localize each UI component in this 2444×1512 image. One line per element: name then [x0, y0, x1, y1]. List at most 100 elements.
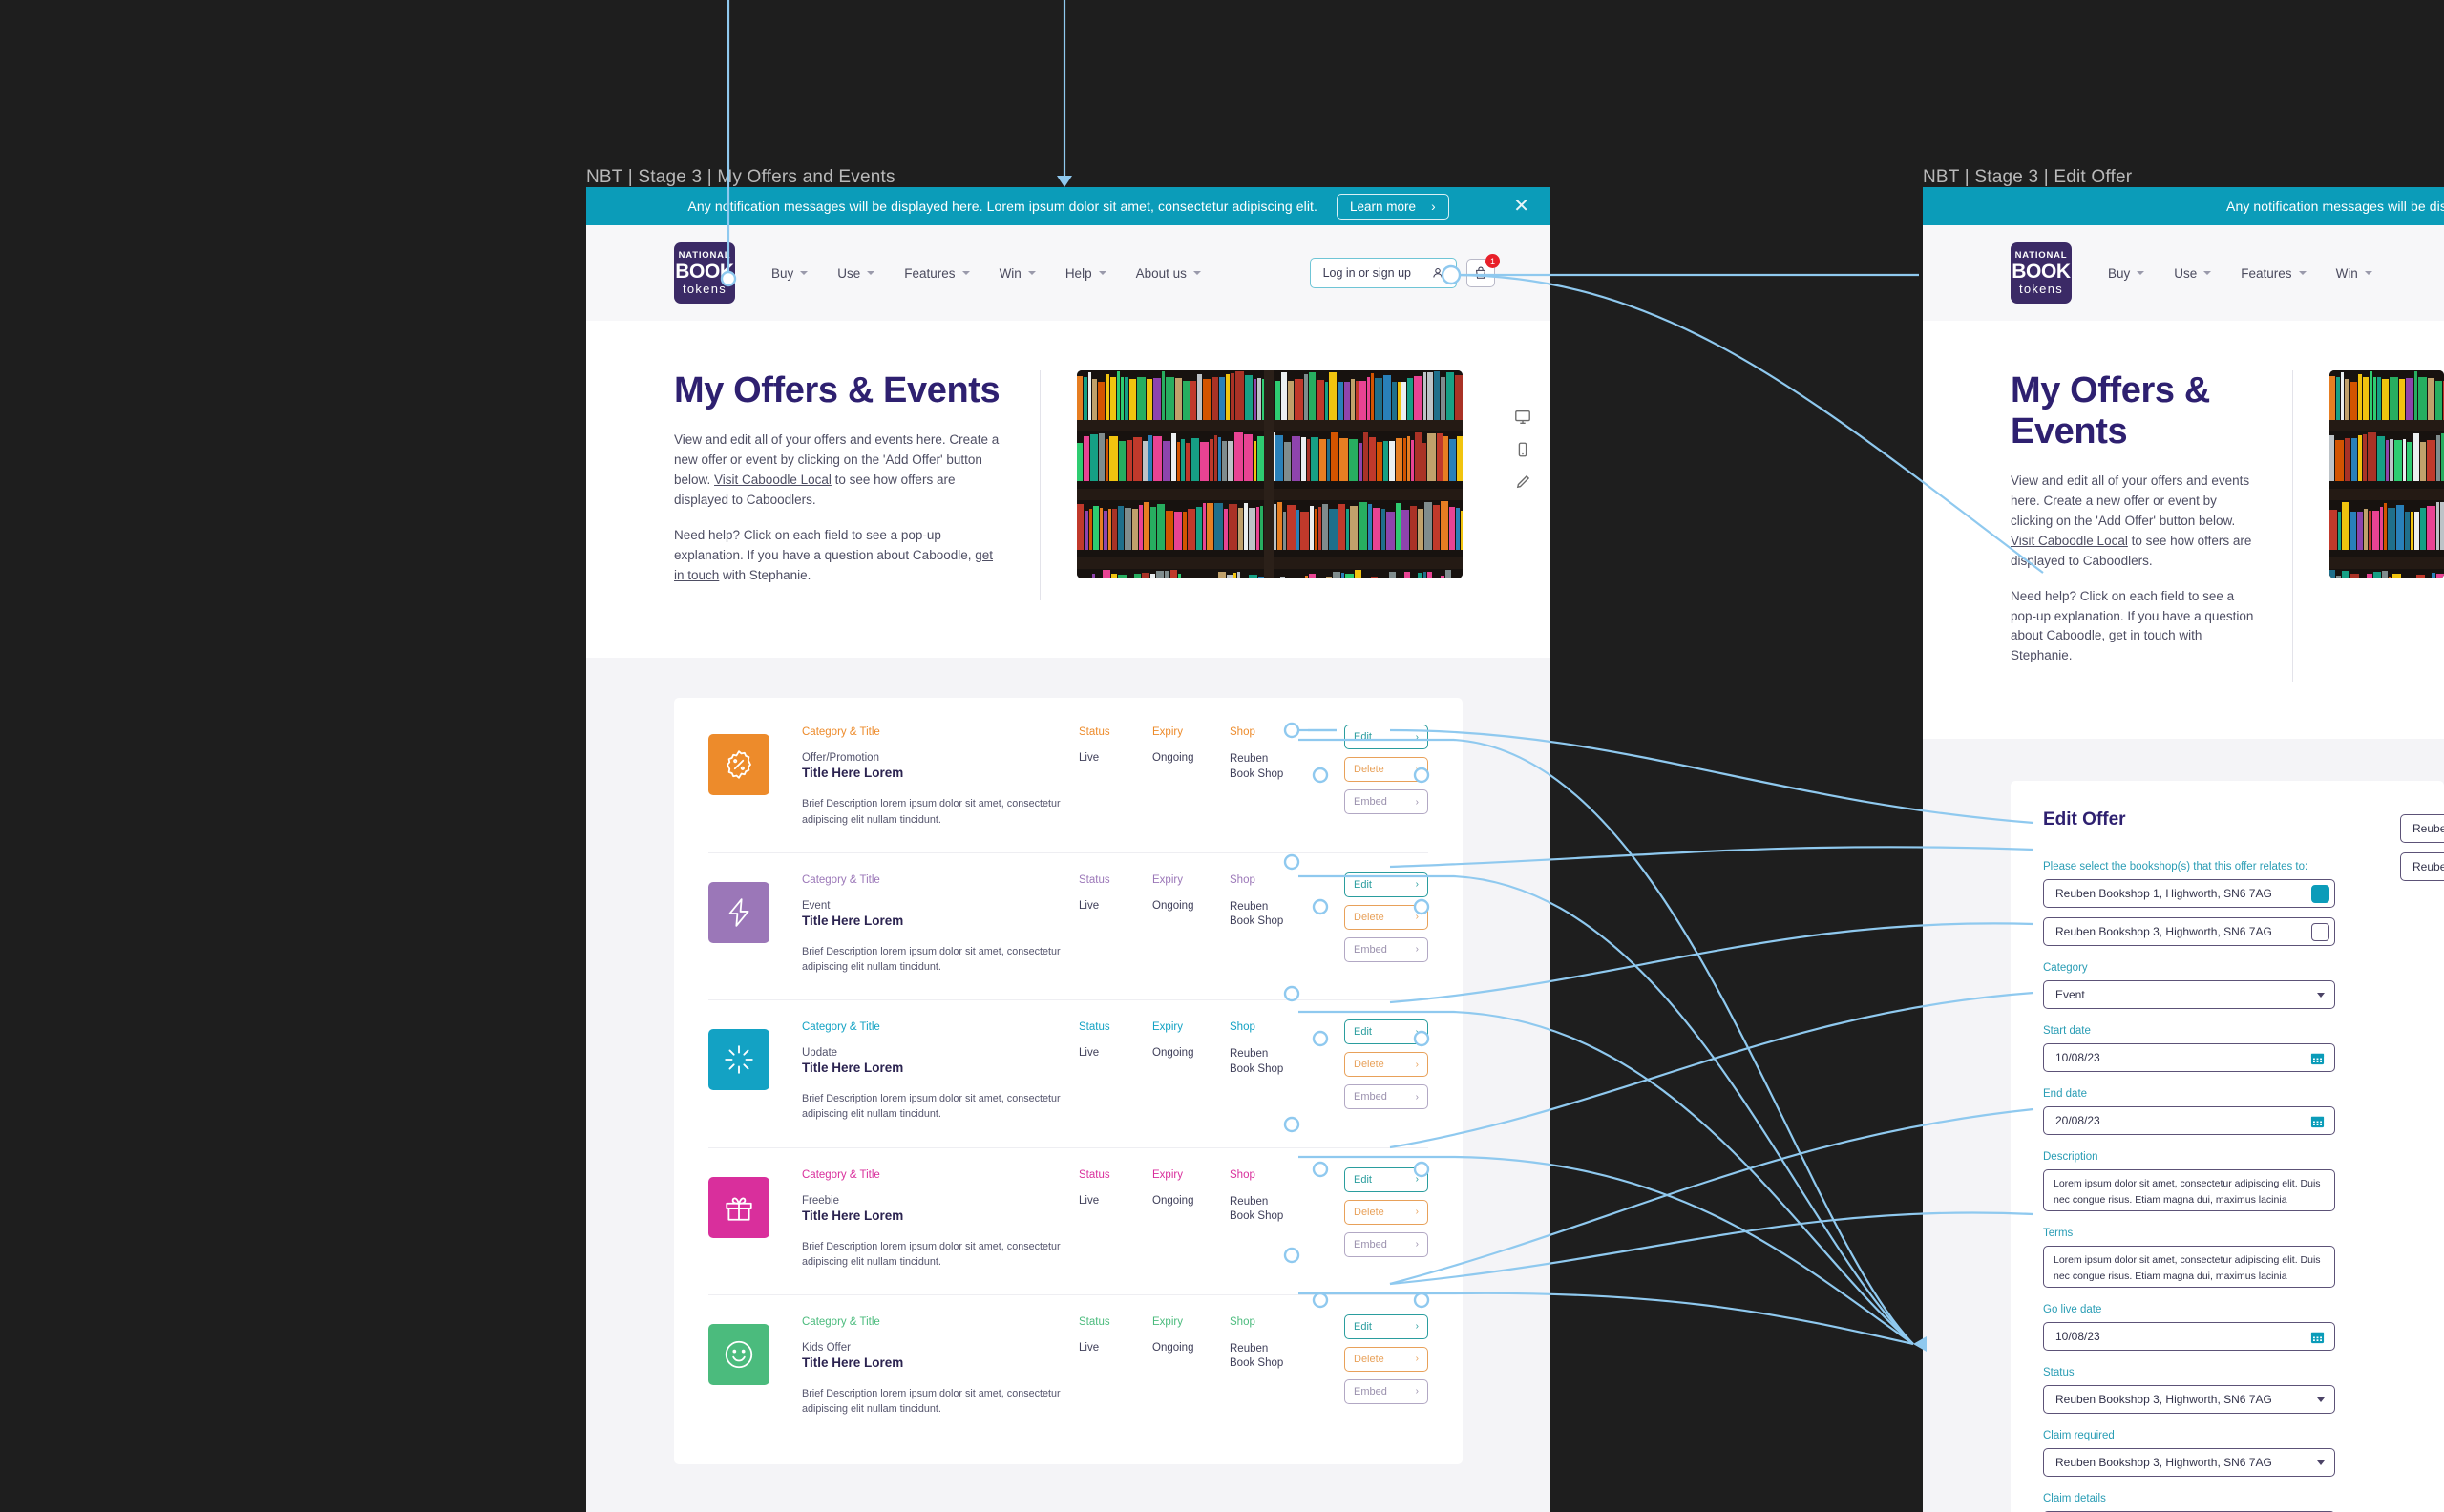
login-or-signup-button[interactable]: Log in or sign up — [1309, 258, 1457, 288]
offer-description: Brief Description lorem ipsum dolor sit … — [802, 945, 1061, 974]
lightning-bolt-icon — [728, 898, 749, 927]
field-label: Description — [2043, 1151, 2098, 1164]
offer-values-row: Offer/Promotion Title Here Lorem Brief D… — [802, 752, 1344, 827]
offer-category: Event — [802, 899, 831, 912]
offer-shop-line-2: Book Shop — [1230, 915, 1284, 928]
delete-button[interactable]: Delete › — [1344, 757, 1428, 783]
nav-label: Features — [2241, 265, 2292, 281]
delete-button[interactable]: Delete › — [1344, 1346, 1428, 1372]
close-icon[interactable]: ✕ — [1513, 197, 1529, 216]
delete-button[interactable]: Delete › — [1344, 1052, 1428, 1078]
offer-shop-line-1: Reuben — [1230, 900, 1269, 913]
edit-button[interactable]: Edit › — [1344, 1313, 1428, 1339]
offer-actions: Edit › Delete › Embed › — [1344, 872, 1428, 975]
bookshop-checkbox-row[interactable]: Reuben — [2400, 814, 2444, 843]
visit-caboodle-local-link[interactable]: Visit Caboodle Local — [2011, 534, 2128, 548]
end-date-input[interactable]: 20/08/23 — [2043, 1106, 2335, 1136]
field-group: Go live date 10/08/23 — [2043, 1304, 2412, 1352]
delete-button[interactable]: Delete › — [1344, 1199, 1428, 1225]
learn-more-label: Learn more — [1350, 199, 1417, 214]
nav-item-about-us[interactable]: About us — [1136, 266, 1201, 281]
bookshop-checkbox-row[interactable]: Reuben — [2400, 852, 2444, 881]
description-textarea[interactable]: Lorem ipsum dolor sit amet, consectetur … — [2043, 1169, 2335, 1212]
offer-shop-line-2: Book Shop — [1230, 1062, 1284, 1075]
field-group: Claim details Lorem ipsum dolor sit amet… — [2043, 1493, 2412, 1512]
nav-item-buy[interactable]: Buy — [771, 266, 809, 281]
field-label: Claim required — [2043, 1430, 2115, 1442]
start-date-input[interactable]: 10/08/23 — [2043, 1043, 2335, 1073]
offer-body: Category & Title Status Expiry Shop Offe… — [769, 726, 1344, 827]
learn-more-button[interactable]: Learn more › — [1337, 193, 1449, 220]
chevron-down-icon — [867, 271, 875, 275]
hero-paragraph-2: Need help? Click on each field to see a … — [2011, 587, 2254, 667]
nav-item-win[interactable]: Win — [2336, 266, 2372, 281]
nbt-logo[interactable]: NATIONAL BOOK tokens — [674, 242, 735, 304]
edit-button[interactable]: Edit › — [1344, 1166, 1428, 1192]
nav-item-features[interactable]: Features — [904, 266, 970, 281]
device-preview-toolbar — [1514, 409, 1531, 491]
embed-button[interactable]: Embed › — [1344, 1084, 1428, 1110]
hero-image-column — [2293, 370, 2444, 682]
embed-button[interactable]: Embed › — [1344, 1231, 1428, 1257]
nav-item-features[interactable]: Features — [2241, 265, 2307, 281]
edit-offer-heading: Edit Offer — [2043, 809, 2126, 830]
chevron-right-icon: › — [1415, 1026, 1419, 1038]
bookshop-checkbox-row[interactable]: Reuben Bookshop 3, Highworth, SN6 7AG — [2043, 917, 2335, 947]
offer-values-row: Event Title Here Lorem Brief Description… — [802, 900, 1344, 975]
edit-label: Edit — [1354, 878, 1372, 891]
terms-textarea[interactable]: Lorem ipsum dolor sit amet, consectetur … — [2043, 1246, 2335, 1289]
nav-item-buy[interactable]: Buy — [2108, 266, 2145, 281]
chevron-right-icon: › — [1415, 1174, 1419, 1186]
bookshop-checkbox[interactable] — [2311, 884, 2329, 903]
bookshop-checkbox-row[interactable]: Reuben Bookshop 1, Highworth, SN6 7AG — [2043, 879, 2335, 909]
calendar-icon[interactable] — [2310, 1114, 2325, 1128]
basket-button[interactable]: 1 — [1466, 254, 1500, 287]
hero-p1-part-a: View and edit all of your offers and eve… — [2011, 473, 2250, 528]
visit-caboodle-local-link[interactable]: Visit Caboodle Local — [714, 472, 832, 487]
status-select[interactable]: Reuben Bookshop 3, Highworth, SN6 7AG — [2043, 1385, 2335, 1415]
bookshop-checkbox[interactable] — [2311, 922, 2329, 941]
get-in-touch-link[interactable]: get in touch — [2109, 628, 2176, 642]
delete-button[interactable]: Delete › — [1344, 904, 1428, 930]
edit-button[interactable]: Edit › — [1344, 1019, 1428, 1045]
table-row: Category & Title Status Expiry Shop Upda… — [708, 1000, 1428, 1148]
mobile-icon[interactable] — [1514, 441, 1531, 458]
edit-button[interactable]: Edit › — [1344, 724, 1428, 750]
nbt-logo[interactable]: NATIONAL BOOK tokens — [2011, 242, 2072, 304]
chevron-right-icon: › — [1415, 1059, 1419, 1070]
chevron-right-icon: › — [1415, 1386, 1419, 1397]
offer-status: Live — [1079, 1194, 1100, 1207]
offer-category-cell: Offer/Promotion Title Here Lorem Brief D… — [802, 752, 1079, 827]
go-live-date-input[interactable]: 10/08/23 — [2043, 1322, 2335, 1352]
offer-title: Title Here Lorem — [802, 766, 904, 781]
desktop-icon[interactable] — [1514, 409, 1531, 426]
edit-offer-section: Edit Offer Please select the bookshop(s)… — [1923, 739, 2444, 1512]
logo-line-2: BOOK — [2012, 260, 2071, 283]
offer-status: Live — [1079, 1047, 1100, 1060]
embed-button[interactable]: Embed › — [1344, 1378, 1428, 1404]
calendar-icon[interactable] — [2310, 1051, 2325, 1065]
logo-line-1: NATIONAL — [2014, 250, 2068, 262]
field-label: Terms — [2043, 1228, 2074, 1240]
edit-label: Edit — [1354, 1026, 1372, 1039]
category-select[interactable]: Event — [2043, 980, 2335, 1010]
chevron-right-icon: › — [1415, 764, 1419, 775]
embed-button[interactable]: Embed › — [1344, 936, 1428, 962]
claim-required-select[interactable]: Reuben Bookshop 3, Highworth, SN6 7AG — [2043, 1448, 2335, 1478]
nav-item-win[interactable]: Win — [1000, 266, 1036, 281]
pencil-icon[interactable] — [1514, 473, 1531, 491]
nav-item-help[interactable]: Help — [1065, 266, 1106, 281]
bookshop-label: Reuben Bookshop 3, Highworth, SN6 7AG — [2055, 925, 2272, 939]
nav-item-use[interactable]: Use — [837, 266, 875, 281]
calendar-icon[interactable] — [2310, 1330, 2325, 1344]
embed-button[interactable]: Embed › — [1344, 789, 1428, 815]
discount-badge-icon — [727, 750, 751, 780]
nav-item-use[interactable]: Use — [2174, 266, 2212, 281]
column-header-status: Status — [1079, 1168, 1110, 1181]
field-group: End date 20/08/23 — [2043, 1088, 2412, 1136]
table-header-row: Category & Title Status Expiry Shop — [802, 1316, 1344, 1328]
date-value: 10/08/23 — [2055, 1330, 2100, 1344]
edit-button[interactable]: Edit › — [1344, 872, 1428, 897]
bookshop-prompt-label: Please select the bookshop(s) that this … — [2043, 861, 2308, 873]
field-label: Category — [2043, 962, 2088, 975]
